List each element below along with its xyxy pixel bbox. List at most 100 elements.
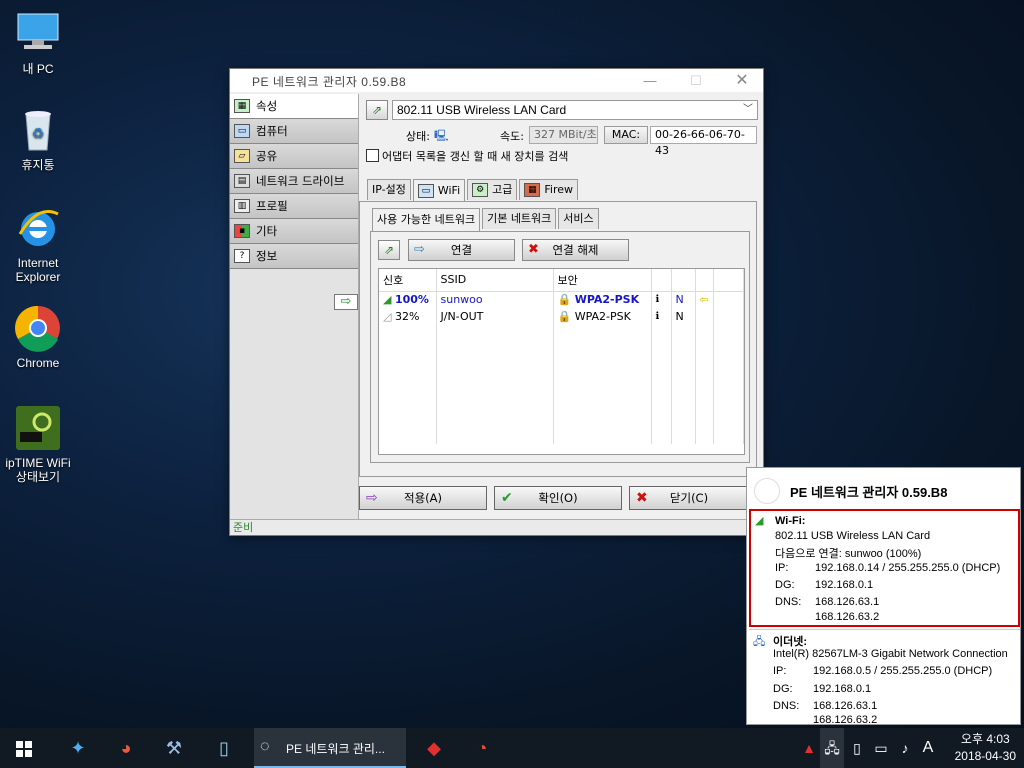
status-bar: 준비 — [230, 519, 763, 535]
close-button[interactable]: ✖ 닫기(C) — [629, 486, 749, 510]
ok-button-label: 확인(O) — [538, 491, 578, 505]
taskbar: ✦ ◕ ⚒ ▯ ◌ PE 네트워크 관리... ◆ ◔ ▲ 🖧 ▯ ▭ ♪ A … — [0, 728, 1024, 768]
tray-network-icon[interactable]: 🖧 — [820, 728, 844, 768]
sidebar-item-network-drive[interactable]: ▤ 네트워크 드라이브 — [230, 169, 358, 194]
subtab-available-networks[interactable]: 사용 가능한 네트워크 — [372, 208, 481, 231]
desktop-icon-label: 내 PC — [22, 62, 54, 76]
taskbar-app-tools-icon[interactable]: ⚒ — [150, 728, 198, 768]
wifi-icon: ▭ — [417, 184, 434, 198]
scan-new-devices-label: 어댑터 목록을 갱신 할 때 새 장치를 검색 — [382, 150, 569, 163]
network-row[interactable]: ◿ 32% J/N-OUT 🔒 WPA2-PSK ℹ N — [379, 308, 745, 325]
empty-row — [379, 342, 745, 359]
desktop-icon-iptime[interactable]: ipTIME WiFi 상태보기 — [0, 404, 76, 484]
ethernet-dg-label: DG: — [773, 683, 793, 695]
signal-full-icon: ◢ — [383, 293, 392, 307]
subtab-default-networks[interactable]: 기본 네트워크 — [482, 208, 557, 229]
apply-button[interactable]: ⇨ 적용(A) — [359, 486, 487, 510]
taskbar-active-app[interactable]: ◌ PE 네트워크 관리... — [254, 728, 406, 768]
empty-row — [379, 393, 745, 410]
column-header-blank-1 — [651, 269, 672, 292]
tab-advanced[interactable]: ⚙ 고급 — [467, 179, 518, 200]
column-header-security[interactable]: 보안 — [553, 269, 652, 292]
refresh-networks-icon[interactable]: ⇗ — [378, 240, 400, 260]
sidebar-item-label: 컴퓨터 — [256, 124, 288, 138]
subtab-label: 사용 가능한 네트워크 — [377, 213, 476, 226]
title-bar[interactable]: PE 네트워크 관리자 0.59.B8 — ☐ ✕ — [230, 69, 763, 92]
profile-icon: ▥ — [234, 199, 250, 213]
lock-icon: 🔒 — [557, 310, 572, 323]
desktop-icon-chrome[interactable]: Chrome — [0, 304, 76, 370]
sidebar-item-info[interactable]: ? 정보 — [230, 244, 358, 269]
window-title: PE 네트워크 관리자 0.59.B8 — [252, 75, 407, 89]
adapter-select-value: 802.11 USB Wireless LAN Card — [397, 103, 567, 117]
start-windows-icon[interactable] — [0, 728, 48, 768]
sidebar-item-profile[interactable]: ▥ 프로필 — [230, 194, 358, 219]
network-row[interactable]: ◢ 100% sunwoo 🔒 WPA2-PSK ℹ N ⇦ — [379, 291, 745, 308]
folder-icon: ▱ — [234, 149, 250, 163]
iptime-wifi-icon — [14, 404, 62, 452]
sidebar-item-other[interactable]: ▪ 기타 — [230, 219, 358, 244]
column-header-ssid[interactable]: SSID — [436, 269, 554, 292]
tray-usb-icon[interactable]: ▯ — [846, 728, 868, 768]
adapter-select[interactable]: 802.11 USB Wireless LAN Card ﹀ — [392, 100, 758, 120]
taskbar-app-explorer-icon[interactable]: ▯ — [200, 728, 248, 768]
column-header-signal[interactable]: 신호 — [379, 269, 437, 292]
help-icon: ? — [234, 249, 250, 263]
speed-field: 327 MBit/초 — [529, 126, 598, 144]
empty-row — [379, 427, 745, 444]
minimize-button[interactable]: — — [627, 69, 673, 92]
svg-text:♻: ♻ — [32, 125, 45, 141]
taskbar-app-pie-icon[interactable]: ◔ — [458, 728, 506, 768]
network-signal: 100% — [394, 293, 429, 307]
desktop-icon-recycle[interactable]: ♻ 휴지통 — [0, 106, 76, 172]
subtab-services[interactable]: 서비스 — [558, 208, 599, 229]
desktop-icon-mypc[interactable]: 내 PC — [0, 10, 76, 76]
clock-time: 오후 4:03 — [960, 732, 1010, 746]
tab-ip-settings[interactable]: IP-설정 — [367, 179, 411, 200]
network-cell-empty — [695, 308, 714, 325]
main-tabs: IP-설정 ▭ WiFi ⚙ 고급 ▦ Firew — [367, 179, 580, 202]
empty-row — [379, 359, 745, 376]
wifi-subtabs: 사용 가능한 네트워크 기본 네트워크 서비스 — [372, 208, 601, 231]
desktop-icon-ie[interactable]: Internet Explorer — [0, 204, 76, 284]
tray-monitor-icon[interactable]: ▭ — [870, 728, 892, 768]
connect-button[interactable]: ⇨ 연결 — [408, 239, 515, 261]
network-signal: 32% — [394, 310, 420, 323]
close-window-button[interactable]: ✕ — [719, 69, 765, 92]
networks-table: 신호 SSID 보안 ◢ 100% sunwoo 🔒 WPA2-PSK ℹ N … — [379, 269, 745, 444]
wifi-signal-icon: ◢ — [755, 515, 764, 527]
tab-wifi[interactable]: ▭ WiFi — [412, 179, 466, 202]
connected-arrow-icon: ⇦ — [695, 291, 714, 308]
taskbar-clock[interactable]: 오후 4:03 2018-04-30 — [955, 731, 1016, 765]
taskbar-app-diamond-icon[interactable]: ◆ — [410, 728, 458, 768]
tray-ime-indicator[interactable]: A — [918, 728, 938, 768]
tray-arrow-icon[interactable]: ▲ — [798, 728, 820, 768]
network-security-cell: 🔒 WPA2-PSK — [553, 291, 652, 308]
disconnect-button[interactable]: ✖ 연결 해제 — [522, 239, 629, 261]
ok-button[interactable]: ✔ 확인(O) — [494, 486, 622, 510]
maximize-button[interactable]: ☐ — [673, 69, 719, 92]
sidebar-item-computer[interactable]: ▭ 컴퓨터 — [230, 119, 358, 144]
mac-button[interactable]: MAC: — [604, 126, 648, 144]
wifi-connected: 다음으로 연결: sunwoo (100%) — [775, 548, 922, 560]
tray-volume-icon[interactable]: ♪ — [894, 728, 916, 768]
wifi-dns1: 168.126.63.1 — [815, 596, 880, 608]
tab-label: Firew — [544, 183, 574, 196]
sidebar-item-label: 네트워크 드라이브 — [256, 174, 345, 188]
other-icon: ▪ — [234, 224, 250, 238]
tab-label: 고급 — [492, 183, 513, 196]
network-manager-icon: ◌ — [260, 738, 270, 755]
scan-new-devices-checkbox[interactable] — [366, 149, 379, 162]
antenna-icon: ℹ — [651, 291, 672, 308]
popup-title: PE 네트워크 관리자 0.59.B8 — [790, 485, 948, 500]
taskbar-app-paint-icon[interactable]: ◕ — [102, 728, 150, 768]
network-cell-empty — [713, 291, 745, 308]
refresh-adapter-icon[interactable]: ⇗ — [366, 100, 388, 120]
sidebar-item-properties[interactable]: ▦ 속성 — [230, 94, 358, 119]
sidebar-item-sharing[interactable]: ▱ 공유 — [230, 144, 358, 169]
tab-firewall[interactable]: ▦ Firew — [519, 179, 579, 200]
expand-arrow-icon[interactable]: ⇨ — [334, 294, 358, 310]
speed-label: 속도: — [500, 130, 524, 143]
column-header-blank-3 — [695, 269, 714, 292]
taskbar-app-butterfly-icon[interactable]: ✦ — [54, 728, 102, 768]
